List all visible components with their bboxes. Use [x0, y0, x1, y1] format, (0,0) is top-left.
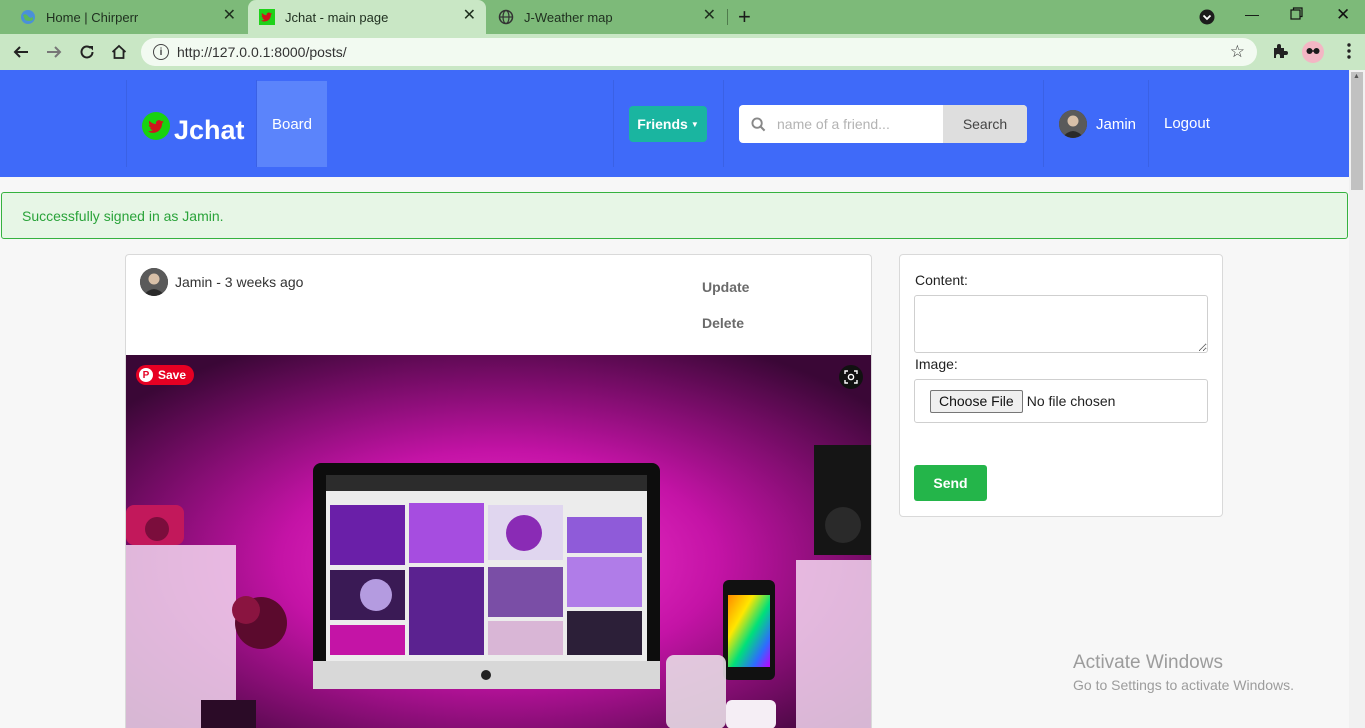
- close-tab-icon[interactable]: ✕: [703, 8, 716, 24]
- pinterest-save-button[interactable]: P Save: [136, 365, 195, 385]
- choose-file-button[interactable]: Choose File: [930, 389, 1023, 413]
- post-author-line: Jamin - 3 weeks ago: [175, 274, 304, 290]
- nav-divider: [613, 80, 614, 167]
- friends-label: Friends: [637, 116, 688, 132]
- visual-search-icon[interactable]: [839, 365, 863, 389]
- browser-menu-icon[interactable]: [1347, 43, 1351, 64]
- pinterest-logo-icon: P: [139, 368, 153, 382]
- bookmark-star-icon[interactable]: ☆: [1230, 42, 1245, 62]
- delete-post-link[interactable]: Delete: [702, 315, 744, 331]
- site-info-icon[interactable]: i: [153, 44, 169, 60]
- content-label: Content:: [915, 272, 968, 288]
- activation-watermark-title: Activate Windows: [1073, 652, 1223, 673]
- back-arrow-icon[interactable]: [10, 41, 32, 63]
- address-bar[interactable]: i http://127.0.0.1:8000/posts/ ☆: [141, 38, 1257, 66]
- pin-save-label: Save: [158, 368, 187, 382]
- tab-title: Home | Chirperr: [46, 9, 139, 25]
- user-profile-link[interactable]: Jamin: [1059, 110, 1136, 138]
- browser-tab-bar: Home | Chirperr ✕ Jchat - main page ✕ J-…: [0, 0, 1365, 34]
- browser-toolbar: i http://127.0.0.1:8000/posts/ ☆: [0, 34, 1365, 70]
- globe-favicon-icon: [498, 9, 514, 25]
- globe-favicon-icon: [20, 9, 36, 25]
- nav-divider: [126, 80, 127, 167]
- minimize-icon[interactable]: —: [1245, 6, 1259, 22]
- close-window-icon[interactable]: ✕: [1336, 5, 1350, 25]
- extensions-puzzle-icon[interactable]: [1271, 42, 1289, 65]
- forward-arrow-icon[interactable]: [43, 41, 65, 63]
- avatar: [1059, 110, 1087, 138]
- image-label: Image:: [915, 356, 958, 372]
- new-tab-icon[interactable]: +: [738, 6, 751, 28]
- brand-title: Jchat: [174, 115, 245, 145]
- browser-tab[interactable]: J-Weather map ✕: [488, 0, 726, 34]
- alert-message: Successfully signed in as Jamin.: [22, 207, 224, 224]
- nav-divider: [723, 80, 724, 167]
- search-button[interactable]: Search: [943, 105, 1027, 143]
- close-tab-icon[interactable]: ✕: [463, 8, 476, 24]
- home-icon[interactable]: [108, 41, 130, 63]
- post-meta: Jamin - 3 weeks ago: [140, 268, 303, 296]
- page-scrollbar-thumb[interactable]: [1351, 72, 1363, 190]
- browser-tab[interactable]: Home | Chirperr ✕: [10, 0, 246, 34]
- nav-divider: [1043, 80, 1044, 167]
- restore-icon[interactable]: [1290, 7, 1303, 23]
- post-image: [126, 355, 871, 728]
- brand-link[interactable]: Jchat: [142, 108, 245, 145]
- send-button[interactable]: Send: [914, 465, 987, 501]
- profile-avatar-icon[interactable]: [1301, 40, 1325, 69]
- activation-watermark-subtitle: Go to Settings to activate Windows.: [1073, 677, 1294, 693]
- search-icon: [739, 105, 777, 143]
- tab-separator: [727, 9, 728, 25]
- url-text: http://127.0.0.1:8000/posts/: [177, 44, 347, 60]
- reload-icon[interactable]: [76, 41, 98, 63]
- friend-search-form: Search: [739, 105, 1027, 143]
- site-navbar: Jchat Board Friends ▼ Search Jamin Logou…: [0, 70, 1349, 177]
- success-alert: Successfully signed in as Jamin.: [1, 192, 1348, 239]
- friend-search-input[interactable]: [777, 105, 943, 143]
- tab-title: J-Weather map: [524, 9, 613, 25]
- post-card: Jamin - 3 weeks ago Update Delete P Save: [125, 254, 872, 728]
- content-textarea[interactable]: [914, 295, 1208, 353]
- logout-link[interactable]: Logout: [1164, 115, 1210, 132]
- username: Jamin: [1096, 115, 1137, 133]
- tab-search-icon[interactable]: [1199, 9, 1215, 28]
- file-status-text: No file chosen: [1026, 393, 1116, 409]
- caret-down-icon: ▼: [690, 119, 699, 129]
- image-file-input[interactable]: Choose File No file chosen: [914, 379, 1208, 423]
- tab-title: Jchat - main page: [285, 9, 389, 25]
- scroll-up-arrow-icon[interactable]: ▲: [1353, 73, 1360, 80]
- update-post-link[interactable]: Update: [702, 279, 749, 295]
- new-post-form: Content: Image: Choose File No file chos…: [899, 254, 1223, 517]
- close-tab-icon[interactable]: ✕: [223, 8, 236, 24]
- nav-item-board[interactable]: Board: [257, 81, 327, 167]
- browser-tab-active[interactable]: Jchat - main page ✕: [248, 0, 486, 34]
- bird-logo-icon: [142, 112, 170, 140]
- avatar: [140, 268, 168, 296]
- nav-divider: [1148, 80, 1149, 167]
- friends-dropdown-button[interactable]: Friends ▼: [629, 106, 707, 142]
- twitter-bird-favicon-icon: [259, 9, 275, 25]
